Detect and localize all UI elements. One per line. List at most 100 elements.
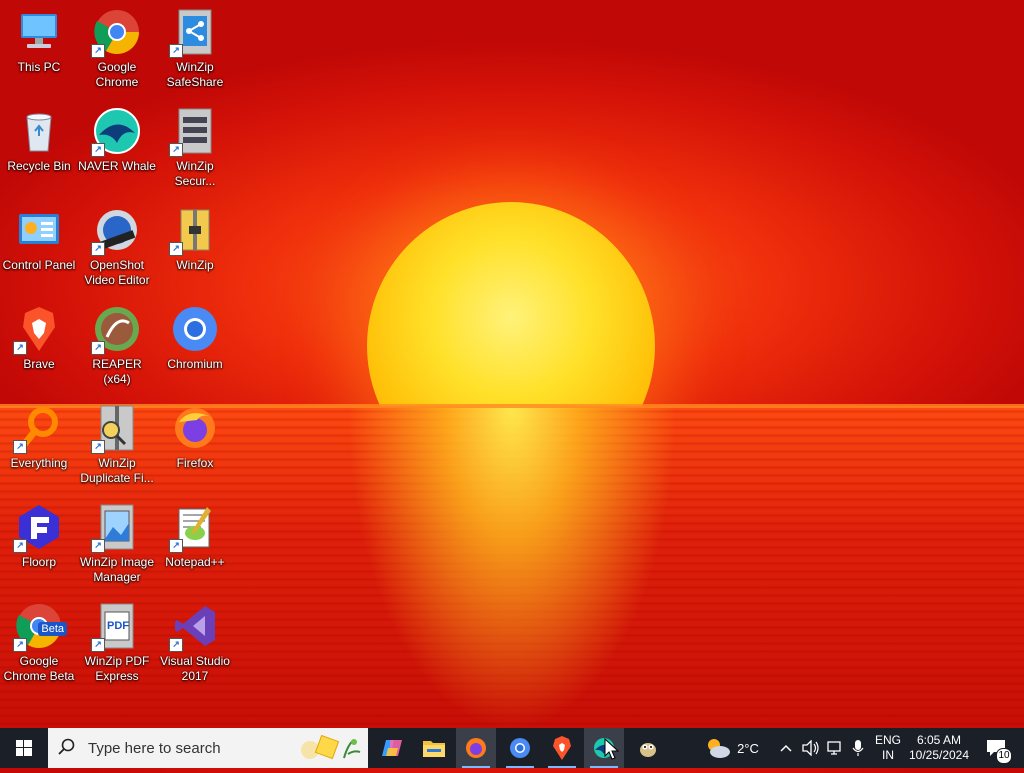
network-icon [827,741,841,755]
shortcut-arrow-icon: ↗ [169,539,183,553]
desktop-icon-this-pc[interactable]: This PC [0,8,78,75]
microphone-button[interactable] [848,728,868,768]
weather-temperature: 2°C [737,740,759,756]
firefox-icon [466,738,486,758]
search-placeholder: Type here to search [88,740,221,757]
search-highlight-icon [301,734,361,760]
taskbar-firefox[interactable] [456,728,496,768]
taskbar-brave[interactable] [542,728,582,768]
desktop-icon-winzip-duplicate[interactable]: ↗ WinZip Duplicate Fi... [78,404,156,486]
desktop-icon-reaper[interactable]: ↗ REAPER (x64) [78,305,156,387]
desktop-icon-winzip-secure[interactable]: ↗ WinZip Secur... [156,107,234,189]
taskbar-search-box[interactable]: Type here to search [48,728,368,768]
microphone-icon [852,740,864,756]
shortcut-arrow-icon: ↗ [91,539,105,553]
desktop-icon-winzip-pdf-express[interactable]: PDF ↗ WinZip PDF Express [78,602,156,684]
desktop-icon-label: Notepad++ [165,555,225,569]
gimp-icon [640,743,656,757]
shortcut-arrow-icon: ↗ [169,638,183,652]
taskbar-file-explorer[interactable] [414,728,454,768]
desktop-icon-recycle-bin[interactable]: Recycle Bin [0,107,78,174]
desktop-icon-label: WinZip Duplicate Fi... [80,456,154,485]
winzip-pdf-icon: PDF ↗ [91,602,141,652]
desktop-icon-firefox[interactable]: Firefox [156,404,234,471]
taskbar-gimp[interactable] [628,728,668,768]
desktop-icon-label: Recycle Bin [7,159,71,173]
notification-center-button[interactable]: 10 [978,728,1014,768]
recycle-bin-icon [15,107,63,155]
shortcut-arrow-icon: ↗ [91,638,105,652]
desktop-icon-label: OpenShot Video Editor [84,258,150,287]
desktop-icon-label: WinZip Secur... [174,159,216,188]
search-icon [58,738,75,755]
shortcut-arrow-icon: ↗ [91,440,105,454]
visual-studio-icon: ↗ [169,602,219,652]
mouse-cursor-icon [604,738,620,760]
desktop-icon-naver-whale[interactable]: ↗ NAVER Whale [78,107,156,174]
desktop-icon-label: This PC [17,60,61,74]
notepadpp-icon: ↗ [169,503,219,553]
language-region: IN [882,748,894,762]
show-hidden-icons[interactable] [776,728,796,768]
desktop-icon-everything[interactable]: ↗ Everything [0,404,78,471]
desktop-icon-label: Chromium [167,357,223,371]
desktop-icon-chromium[interactable]: Chromium [156,305,234,372]
desktop-icon-visual-studio[interactable]: ↗ Visual Studio 2017 [156,602,234,684]
taskbar: Type here to search 2°C ENG IN 6:05 AM 1… [0,728,1024,768]
firefox-icon [171,404,219,452]
taskbar-chromium[interactable] [500,728,540,768]
pdf-badge: PDF [107,620,129,632]
speaker-icon [802,740,819,756]
desktop-icon-control-panel[interactable]: Control Panel [0,206,78,273]
desktop-icon-label: Control Panel [2,258,76,272]
desktop-icon-floorp[interactable]: ↗ Floorp [0,503,78,570]
partly-cloudy-icon [708,739,731,758]
shortcut-arrow-icon: ↗ [169,242,183,256]
winzip-icon: ↗ [169,206,219,256]
desktop-icon-winzip-image-manager[interactable]: ↗ WinZip Image Manager [78,503,156,585]
taskbar-copilot[interactable] [372,728,412,768]
winzip-secure-icon: ↗ [169,107,219,157]
winzip-safeshare-icon: ↗ [169,8,219,58]
shortcut-arrow-icon: ↗ [13,638,27,652]
shortcut-arrow-icon: ↗ [13,341,27,355]
network-button[interactable] [824,728,846,768]
shortcut-arrow-icon: ↗ [91,143,105,157]
desktop-icon-winzip-safeshare[interactable]: ↗ WinZip SafeShare [156,8,234,90]
desktop-icon-label: Google Chrome [95,60,139,89]
shortcut-arrow-icon: ↗ [13,539,27,553]
clock-date: 10/25/2024 [908,748,970,762]
desktop-icon-label: Google Chrome Beta [3,654,75,683]
desktop-icon-label: Firefox [176,456,214,470]
desktop-icon-label: Visual Studio 2017 [160,654,230,683]
weather-widget[interactable]: 2°C [700,728,764,768]
desktop-icon-google-chrome[interactable]: ↗ Google Chrome [78,8,156,90]
desktop-icon-label: WinZip Image Manager [79,555,155,584]
desktop-icon-label: Everything [10,456,68,470]
winzip-duplicate-icon: ↗ [91,404,141,454]
shortcut-arrow-icon: ↗ [91,44,105,58]
clock[interactable]: 6:05 AM 10/25/2024 [906,728,972,768]
language-indicator[interactable]: ENG IN [872,728,904,768]
windows-logo-icon [16,740,32,756]
winzip-image-manager-icon: ↗ [91,503,141,553]
desktop-icon-brave[interactable]: ↗ Brave [0,305,78,372]
whale-icon: ↗ [91,107,141,157]
desktop-icon-label: NAVER Whale [78,159,156,173]
taskbar-whale[interactable] [584,728,624,768]
desktop-icon-label: WinZip [176,258,214,272]
shortcut-arrow-icon: ↗ [91,341,105,355]
desktop-icon-openshot[interactable]: ↗ OpenShot Video Editor [78,206,156,288]
volume-button[interactable] [800,728,822,768]
desktop-icon-label: WinZip SafeShare [166,60,224,89]
openshot-icon: ↗ [91,206,141,256]
desktop-icon-label: Floorp [21,555,56,569]
desktop-icon-winzip[interactable]: ↗ WinZip [156,206,234,273]
desktop-icon-chrome-beta[interactable]: Beta ↗ Google Chrome Beta [0,602,78,684]
floorp-icon: ↗ [13,503,63,553]
this-pc-icon [15,8,63,56]
everything-icon: ↗ [13,404,63,454]
start-button[interactable] [0,728,48,768]
desktop-icon-notepadpp[interactable]: ↗ Notepad++ [156,503,234,570]
chevron-up-icon [780,744,792,752]
